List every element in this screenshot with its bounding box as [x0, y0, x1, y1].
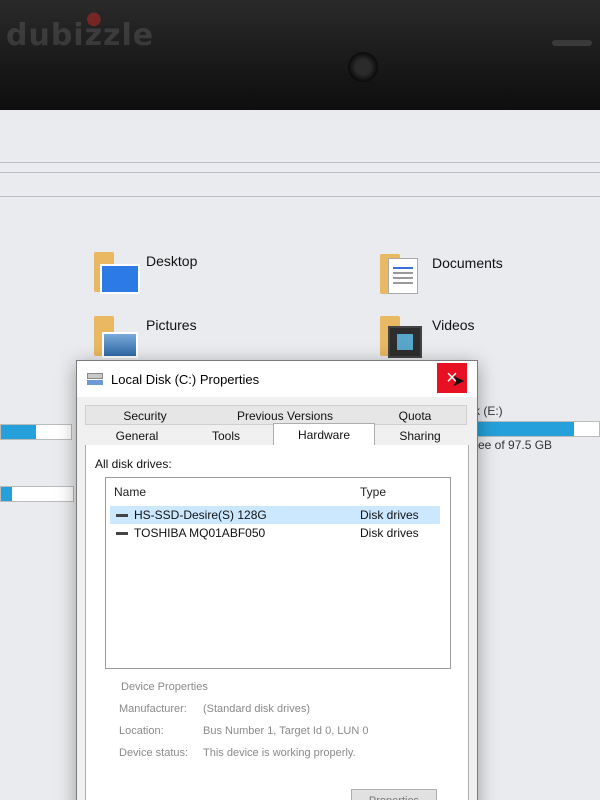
- location-row: Location: Bus Number 1, Target Id 0, LUN…: [117, 725, 457, 741]
- bezel-mark: [552, 40, 592, 46]
- watermark-text: dubizzle: [6, 18, 155, 53]
- drive-e-free-space: ree of 97.5 GB: [474, 438, 553, 452]
- status-value: This device is working properly.: [203, 747, 356, 759]
- properties-dialog: Local Disk (C:) Properties × ➤ Security …: [76, 360, 478, 800]
- tab-security[interactable]: Security: [95, 407, 195, 425]
- column-header-name[interactable]: Name: [114, 485, 146, 499]
- all-disk-drives-label: All disk drives:: [95, 457, 172, 471]
- properties-button[interactable]: Properties: [351, 789, 437, 800]
- status-label: Device status:: [119, 747, 189, 759]
- dialog-titlebar[interactable]: Local Disk (C:) Properties × ➤: [77, 361, 477, 397]
- drive-name: HS-SSD-Desire(S) 128G: [134, 508, 267, 522]
- folder-pictures[interactable]: Pictures: [92, 314, 197, 360]
- tab-sharing[interactable]: Sharing: [379, 427, 461, 445]
- monitor-bezel: dubizzle ●: [0, 0, 600, 120]
- ribbon-divider: [0, 172, 600, 173]
- videos-folder-icon: [378, 314, 424, 360]
- drive-name: TOSHIBA MQ01ABF050: [134, 526, 266, 540]
- drive-type: Disk drives: [360, 526, 419, 540]
- ribbon-divider: [0, 162, 600, 163]
- manufacturer-value: (Standard disk drives): [203, 703, 310, 715]
- drive-e-usage-bar: [472, 421, 600, 437]
- folder-videos[interactable]: Videos: [378, 314, 475, 360]
- location-value: Bus Number 1, Target Id 0, LUN 0: [203, 725, 369, 737]
- tab-general[interactable]: General: [85, 427, 189, 445]
- folder-label: Documents: [432, 255, 503, 271]
- folder-documents[interactable]: Documents: [378, 252, 503, 298]
- disk-drives-list[interactable]: Name Type HS-SSD-Desire(S) 128G Disk dri…: [105, 477, 451, 669]
- disk-drive-icon: [116, 532, 128, 535]
- webcam: [348, 52, 378, 82]
- column-header-type[interactable]: Type: [360, 485, 386, 499]
- tab-strip: Security Previous Versions Quota General…: [85, 405, 467, 446]
- list-item[interactable]: TOSHIBA MQ01ABF050 Disk drives: [110, 524, 440, 542]
- drive-type: Disk drives: [360, 508, 419, 522]
- tab-quota[interactable]: Quota: [375, 407, 455, 425]
- folder-desktop[interactable]: Desktop: [92, 250, 197, 296]
- tab-hardware[interactable]: Hardware: [273, 423, 375, 446]
- watermark-pin-icon: ●: [86, 8, 103, 29]
- watermark: dubizzle ●: [6, 8, 155, 53]
- drive-e-label[interactable]: k (E:): [474, 404, 503, 418]
- folder-label: Desktop: [146, 253, 198, 269]
- folder-label: Videos: [432, 317, 475, 333]
- folder-label: Pictures: [146, 317, 197, 333]
- manufacturer-row: Manufacturer: (Standard disk drives): [117, 703, 457, 719]
- list-header: Name Type: [106, 478, 450, 502]
- location-label: Location:: [119, 725, 164, 737]
- tab-tools[interactable]: Tools: [195, 427, 257, 445]
- manufacturer-label: Manufacturer:: [119, 703, 187, 715]
- dialog-title: Local Disk (C:) Properties: [111, 372, 260, 387]
- pictures-folder-icon: [92, 314, 138, 360]
- device-properties-title: Device Properties: [121, 681, 208, 693]
- screen: Desktop Documents Pictures Videos k (E:)…: [0, 110, 600, 800]
- status-row: Device status: This device is working pr…: [117, 747, 457, 763]
- desktop-folder-icon: [92, 250, 140, 296]
- drive-icon: [87, 373, 103, 385]
- disk-drive-icon: [116, 514, 128, 517]
- drive-d-usage-bar: [0, 486, 74, 502]
- list-item[interactable]: HS-SSD-Desire(S) 128G Disk drives: [110, 506, 440, 524]
- close-button[interactable]: ×: [437, 363, 467, 393]
- drive-c-usage-bar: [0, 424, 72, 440]
- documents-folder-icon: [378, 252, 424, 298]
- address-bar-divider: [0, 196, 600, 197]
